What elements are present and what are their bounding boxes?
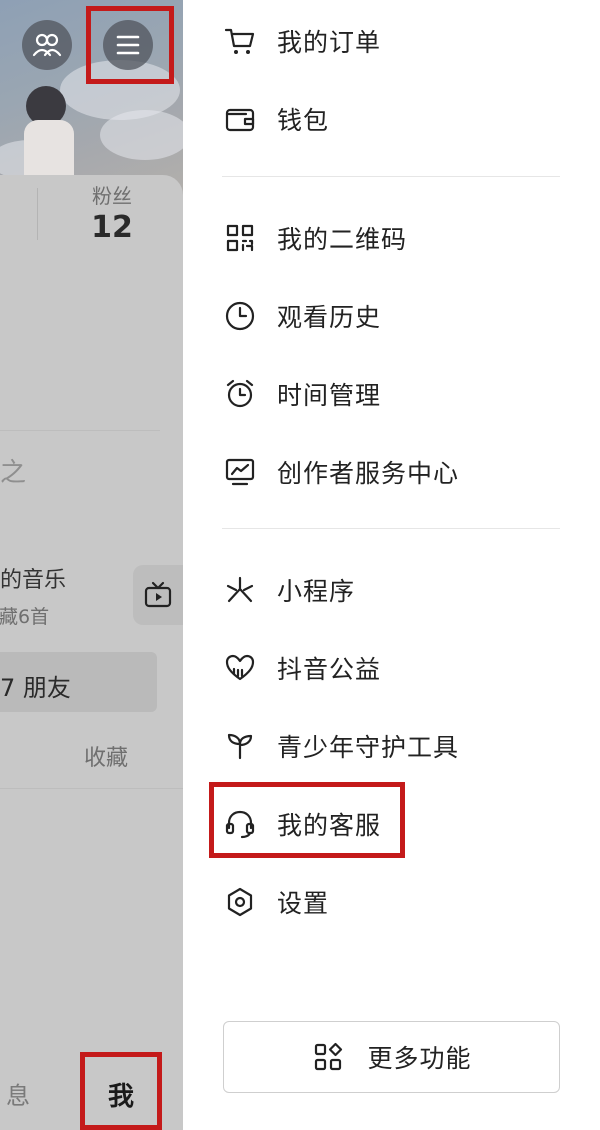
menu-hamburger-icon[interactable]	[103, 20, 153, 70]
menu-item-label: 观看历史	[277, 303, 382, 332]
menu-item-label: 时间管理	[277, 381, 382, 410]
menu-item-label: 抖音公益	[277, 655, 382, 684]
nav-me[interactable]: 我	[108, 1076, 134, 1113]
menu-item-label: 创作者服务中心	[277, 459, 460, 488]
headset-icon	[222, 806, 258, 842]
divider	[222, 176, 560, 177]
clock-icon	[222, 298, 258, 334]
menu-item-orders[interactable]: 我的订单	[222, 11, 562, 71]
menu-item-time-management[interactable]: 时间管理	[222, 364, 562, 424]
fans-count[interactable]: 12	[72, 210, 152, 245]
chart-monitor-icon	[222, 454, 258, 490]
tv-icon[interactable]	[133, 565, 183, 625]
more-functions-button[interactable]: 更多功能	[223, 1021, 560, 1093]
menu-item-label: 钱包	[277, 106, 330, 135]
my-music-title[interactable]: 我的音乐	[0, 562, 66, 594]
menu-item-watch-history[interactable]: 观看历史	[222, 286, 562, 346]
fans-label: 粉丝	[92, 184, 132, 208]
divider	[222, 528, 560, 529]
my-music-subtitle: 收藏6首	[0, 606, 50, 628]
menu-item-mini-programs[interactable]: 小程序	[222, 560, 562, 620]
more-functions-label: 更多功能	[367, 1044, 472, 1073]
menu-item-charity[interactable]: 抖音公益	[222, 638, 562, 698]
alarm-clock-icon	[222, 376, 258, 412]
menu-item-customer-service[interactable]: 我的客服	[222, 794, 562, 854]
tab-favorites[interactable]: 收藏	[84, 740, 128, 772]
mini-program-icon	[222, 572, 258, 608]
menu-item-label: 我的二维码	[277, 225, 408, 254]
nav-messages[interactable]: 息	[6, 1076, 30, 1111]
menu-item-qr-code[interactable]: 我的二维码	[222, 208, 562, 268]
charity-heart-icon	[222, 650, 258, 686]
profile-page-dimmed: 粉丝 12 之 我的音乐 收藏6首 7 朋友 收藏 息 我	[0, 0, 183, 1130]
menu-item-teen-protection[interactable]: 青少年守护工具	[222, 716, 562, 776]
menu-item-wallet[interactable]: 钱包	[222, 89, 562, 149]
wallet-icon	[222, 101, 258, 137]
sprout-icon	[222, 728, 258, 764]
menu-item-label: 小程序	[277, 577, 356, 606]
menu-item-settings[interactable]: 设置	[222, 872, 562, 932]
menu-item-label: 我的客服	[277, 811, 382, 840]
grid-icon	[311, 1040, 345, 1074]
menu-item-label: 设置	[277, 889, 330, 918]
menu-item-label: 青少年守护工具	[277, 733, 460, 762]
menu-item-creator-center[interactable]: 创作者服务中心	[222, 442, 562, 502]
friends-label: 7 朋友	[0, 674, 71, 702]
friends-icon[interactable]	[22, 20, 72, 70]
menu-item-label: 我的订单	[277, 28, 382, 57]
settings-hexagon-icon	[222, 884, 258, 920]
partial-text: 之	[0, 458, 27, 488]
qr-code-icon	[222, 220, 258, 256]
cart-icon	[222, 23, 258, 59]
